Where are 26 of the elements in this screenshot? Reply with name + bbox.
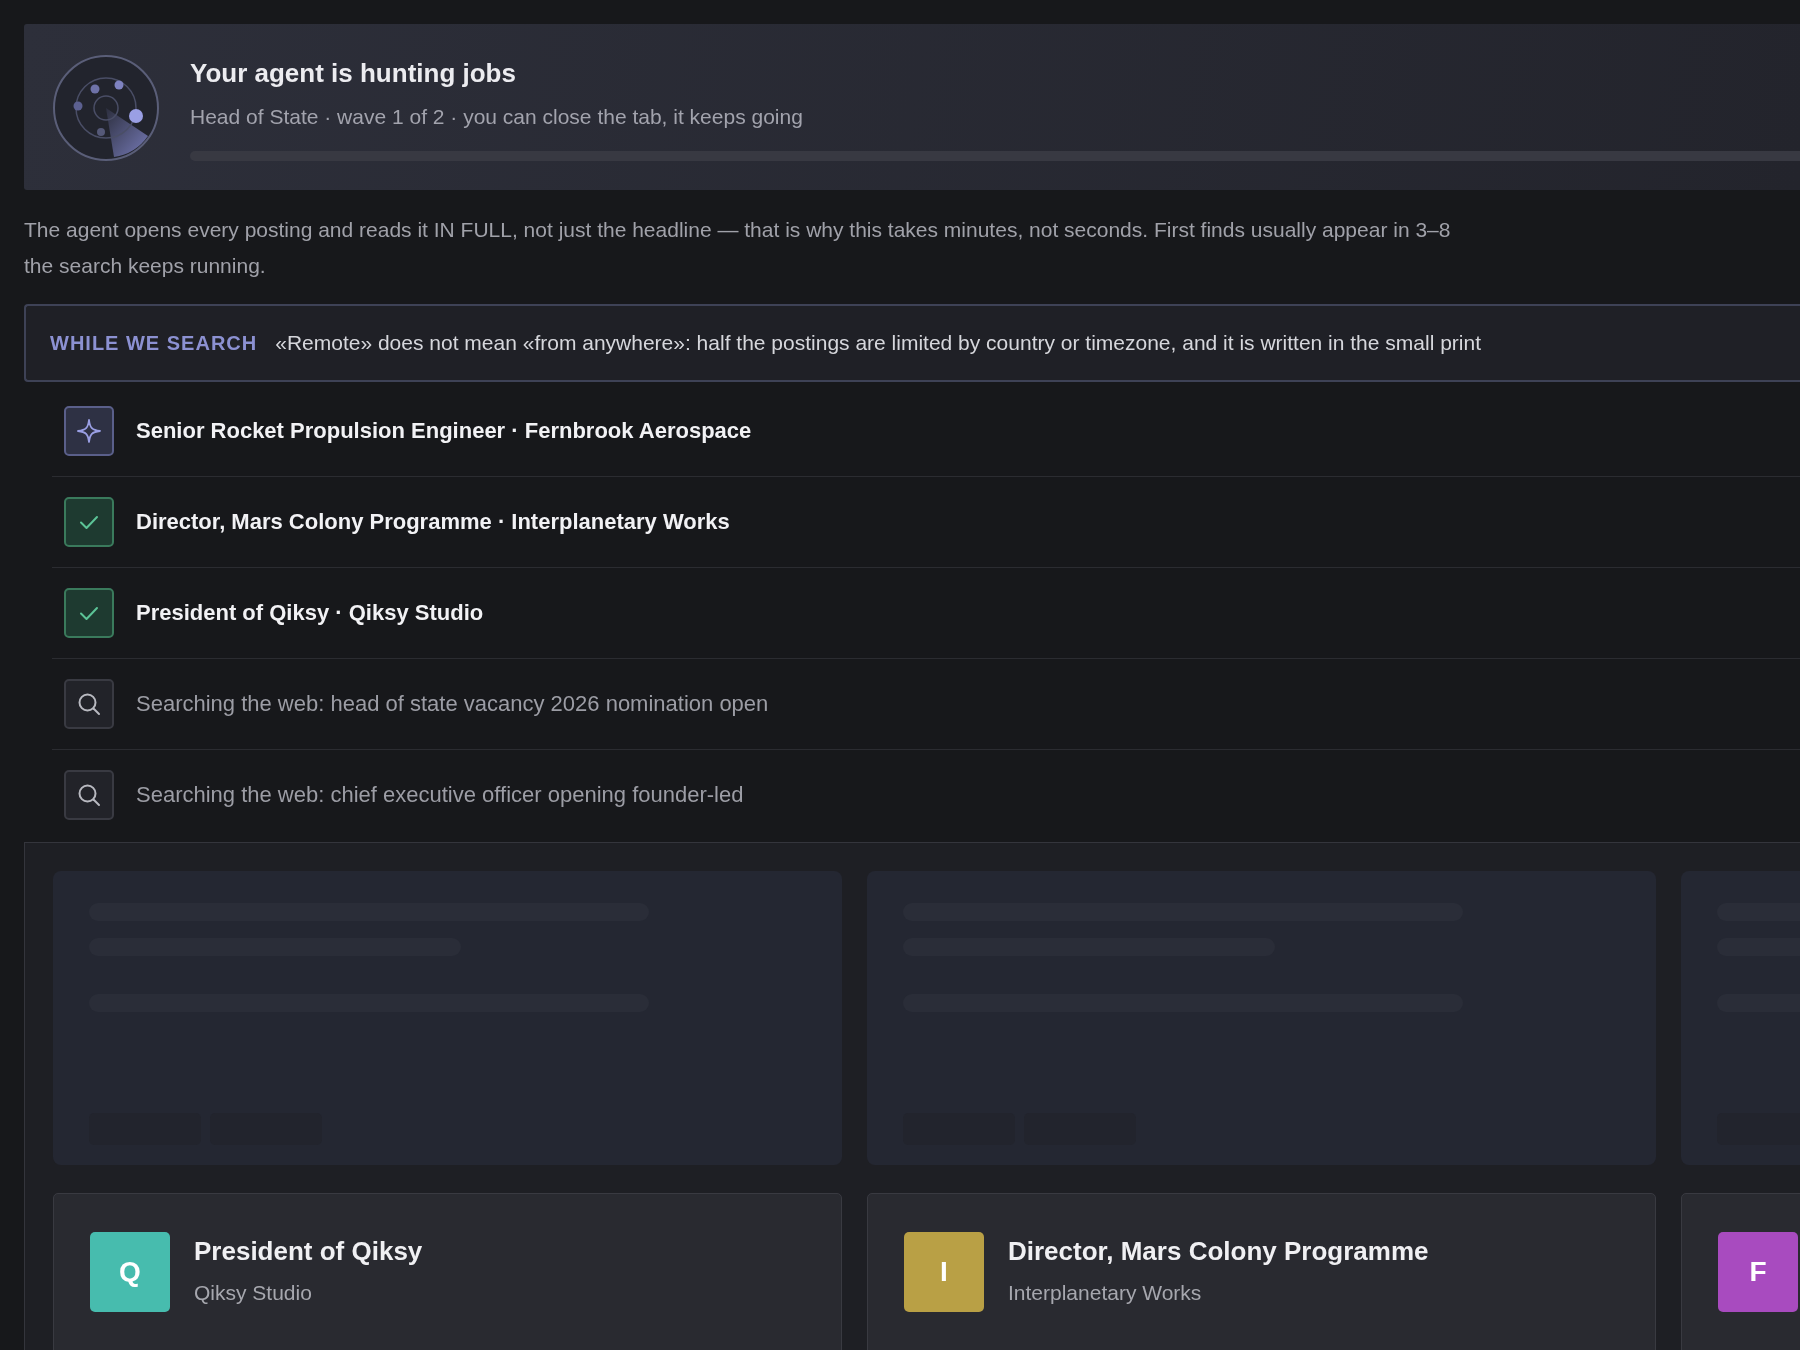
company-avatar: I: [904, 1232, 984, 1312]
company-avatar: F: [1718, 1232, 1798, 1312]
sparkle-icon: [64, 406, 114, 456]
banner-subtitle: Head of State · wave 1 of 2 · you can close the tab, it keeps going: [190, 105, 804, 129]
job-card[interactable]: Q President of Qiksy Qiksy Studio: [53, 1193, 842, 1350]
check-icon: [64, 588, 114, 638]
job-card[interactable]: F: [1681, 1193, 1800, 1350]
radar-icon: [52, 54, 160, 162]
job-title: President of Qiksy: [194, 1236, 423, 1267]
activity-text: Director, Mars Colony Programme · Interplanetary Works: [136, 509, 730, 535]
tip-text: «Remote» does not mean «from anywhere»: half the postings are limited by country or timezone, and it is written in the small print: [275, 331, 1481, 355]
company-name: Qiksy Studio: [194, 1281, 313, 1305]
activity-text: Senior Rocket Propulsion Engineer · Fernbrook Aerospace: [136, 418, 752, 444]
check-icon: [64, 497, 114, 547]
intro-text: The agent opens every posting and reads it IN FULL, not just the headline — that is why this takes minutes, not seconds. First finds usually appear in 3–8 the search keeps running.: [24, 217, 1452, 279]
company-name: Interplanetary Works: [1008, 1281, 1203, 1305]
search-icon: [64, 679, 114, 729]
company-avatar: Q: [90, 1232, 170, 1312]
tip-label: WHILE WE SEARCH: [50, 331, 258, 355]
search-icon: [64, 770, 114, 820]
activity-text: President of Qiksy · Qiksy Studio: [136, 600, 484, 626]
job-title: Director, Mars Colony Programme: [1008, 1236, 1429, 1267]
banner-title: Your agent is hunting jobs: [190, 58, 517, 89]
activity-text: Searching the web: head of state vacancy 2026 nomination open: [136, 691, 769, 717]
activity-text: Searching the web: chief executive officer opening founder-led: [136, 782, 744, 808]
job-card[interactable]: I Director, Mars Colony Programme Interplanetary Works: [867, 1193, 1656, 1350]
